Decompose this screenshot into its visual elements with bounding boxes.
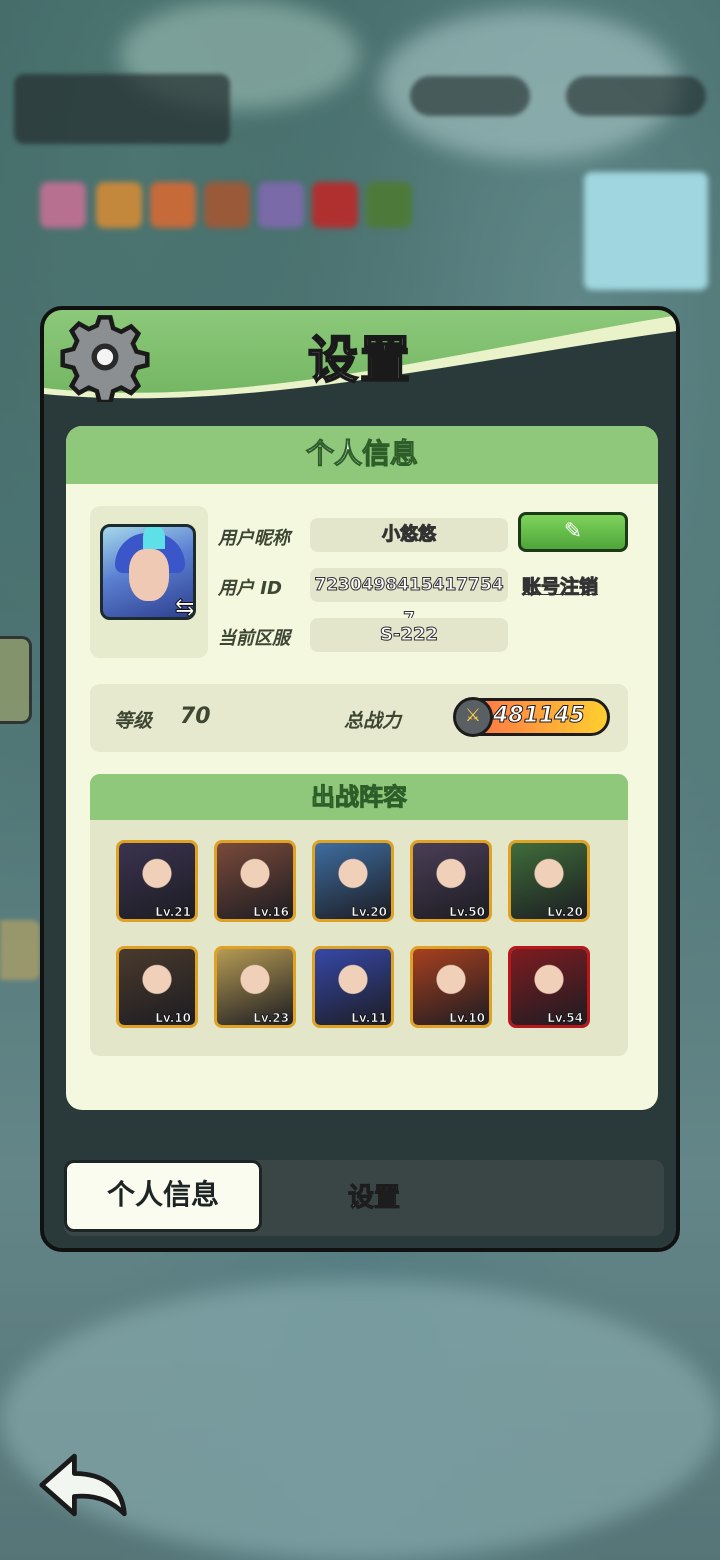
hero-card[interactable]: Lv.20	[312, 840, 394, 922]
tab-bar: 个人信息 设置	[64, 1160, 664, 1236]
hero-level: Lv.10	[155, 1011, 191, 1025]
side-event-button[interactable]	[0, 920, 40, 980]
hero-card[interactable]: Lv.11	[312, 946, 394, 1028]
hero-card[interactable]: Lv.23	[214, 946, 296, 1028]
hero-level: Lv.23	[253, 1011, 289, 1025]
nickname-value: 小悠悠	[310, 518, 508, 552]
hero-level: Lv.16	[253, 905, 289, 919]
server-label: 当前区服	[218, 628, 290, 649]
hud-hero-icon	[40, 182, 86, 228]
hero-card[interactable]: Lv.16	[214, 840, 296, 922]
nickname-label: 用户昵称	[218, 528, 290, 549]
hero-level: Lv.10	[449, 1011, 485, 1025]
section-title: 个人信息	[66, 426, 658, 484]
hero-level: Lv.54	[547, 1011, 583, 1025]
hud-player-panel	[14, 74, 230, 144]
power-value: 481145	[493, 703, 586, 729]
hero-card[interactable]: Lv.10	[116, 946, 198, 1028]
user-id-label: 用户 ID	[218, 578, 282, 599]
hero-level: Lv.50	[449, 905, 485, 919]
user-id-value: 7230498415417754​7	[310, 568, 508, 630]
back-arrow-icon[interactable]	[36, 1450, 132, 1520]
hero-level: Lv.11	[351, 1011, 387, 1025]
edit-nickname-button[interactable]: ✎	[518, 512, 628, 552]
power-badge: ⚔ 481145	[453, 697, 610, 737]
hero-card[interactable]: Lv.50	[410, 840, 492, 922]
stats-row: 等级 70 总战力 ⚔ 481145	[90, 684, 628, 752]
pencil-icon: ✎	[563, 519, 583, 544]
hud-hero-icon	[312, 182, 358, 228]
dialog-title: 设置	[307, 330, 412, 390]
minimap	[584, 172, 708, 290]
avatar[interactable]: ⇆	[100, 524, 196, 620]
cancel-account-link[interactable]: 账号注销	[521, 572, 598, 599]
lineup-title: 出战阵容	[90, 774, 628, 820]
hero-card[interactable]: Lv.20	[508, 840, 590, 922]
hud-resource-gold	[566, 76, 706, 116]
hero-level: Lv.20	[351, 905, 387, 919]
tab-settings[interactable]: 设置	[314, 1160, 434, 1236]
crossed-swords-icon: ⚔	[453, 697, 493, 737]
settings-dialog: 设置 个人信息 ⇆ 用户昵称 小悠悠 ✎ 用户 ID 7230498415417…	[40, 306, 680, 1252]
profile-panel: 个人信息 ⇆ 用户昵称 小悠悠 ✎ 用户 ID 7230498415417754…	[66, 426, 658, 1110]
hud-hero-icon	[204, 182, 250, 228]
tab-profile[interactable]: 个人信息	[64, 1160, 262, 1232]
battle-lineup: 出战阵容 Lv.21 Lv.16 Lv.20 Lv.50 Lv.20 Lv.10 Lv.23…	[90, 774, 628, 1056]
hud-hero-icon	[366, 182, 412, 228]
hud-hero-icon	[96, 182, 142, 228]
hud-resource-gem	[410, 76, 530, 116]
hero-level: Lv.21	[155, 905, 191, 919]
hud-hero-icon	[258, 182, 304, 228]
dialog-header: 设置	[44, 310, 676, 410]
hud-hero-icon	[150, 182, 196, 228]
level-label: 等级	[114, 710, 153, 732]
hero-level: Lv.20	[547, 905, 583, 919]
level-value: 70	[180, 704, 211, 729]
hero-card[interactable]: Lv.21	[116, 840, 198, 922]
hero-card[interactable]: Lv.54	[508, 946, 590, 1028]
avatar-frame: ⇆	[90, 506, 208, 658]
swap-avatar-icon[interactable]: ⇆	[174, 593, 193, 618]
power-label: 总战力	[344, 710, 402, 732]
hero-card[interactable]: Lv.10	[410, 946, 492, 1028]
server-value: S-222	[310, 618, 508, 652]
side-menu-button[interactable]	[0, 636, 32, 724]
